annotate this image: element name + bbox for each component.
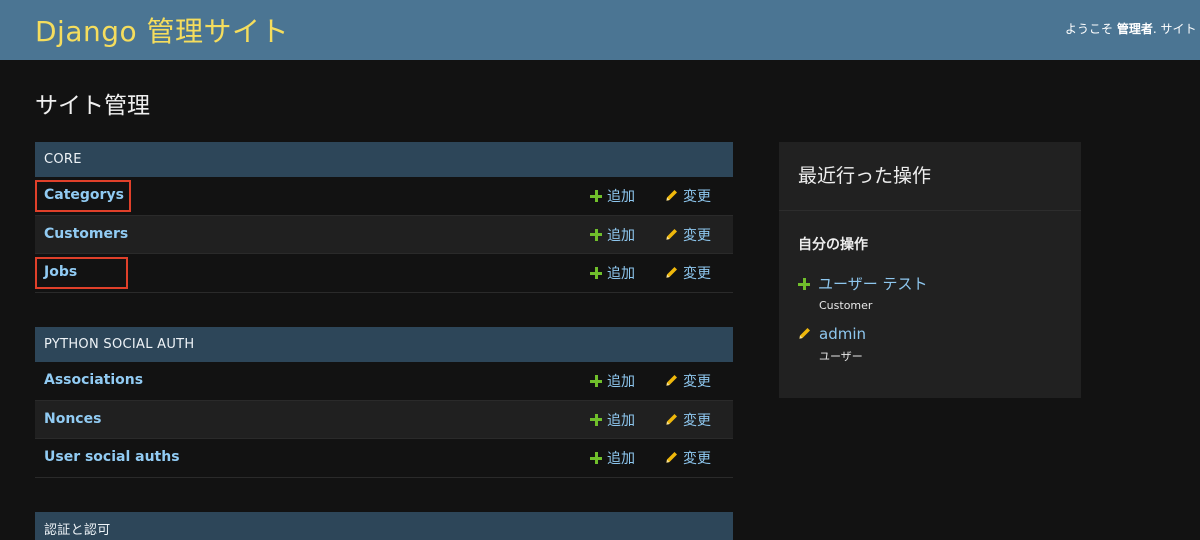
table-row: User social auths 追加 変更: [35, 439, 733, 478]
add-button[interactable]: 追加: [590, 263, 635, 283]
welcome-text: ようこそ: [1065, 22, 1114, 36]
plus-icon: [590, 413, 602, 426]
pencil-icon: [799, 328, 810, 339]
recent-action-item: admin ユーザー: [798, 324, 866, 364]
pencil-icon: [666, 190, 677, 201]
model-link-nonces[interactable]: Nonces: [44, 411, 101, 427]
add-button[interactable]: 追加: [590, 448, 635, 468]
module-caption[interactable]: PYTHON SOCIAL AUTH: [35, 327, 733, 362]
add-button[interactable]: 追加: [590, 410, 635, 430]
change-button[interactable]: 変更: [665, 263, 711, 283]
recent-action-link[interactable]: ユーザー テスト: [818, 275, 927, 293]
plus-icon: [798, 278, 810, 290]
module-python-social-auth: PYTHON SOCIAL AUTH Associations 追加 変更 No…: [35, 327, 733, 478]
pencil-icon: [666, 413, 677, 425]
plus-icon: [590, 190, 602, 202]
site-title[interactable]: Django 管理サイト: [35, 10, 289, 50]
recent-actions-panel: 最近行った操作 自分の操作 ユーザー テスト Customer admin ユー…: [779, 142, 1081, 398]
model-link-customers[interactable]: Customers: [44, 226, 128, 242]
module-caption[interactable]: 認証と認可: [35, 512, 733, 540]
change-button[interactable]: 変更: [665, 410, 711, 430]
change-button[interactable]: 変更: [665, 225, 711, 245]
change-button[interactable]: 変更: [665, 186, 711, 206]
plus-icon: [590, 228, 602, 241]
model-link-categorys[interactable]: Categorys: [44, 187, 124, 203]
module-core: CORE Categorys 追加 変更 Customers 追加 変更 Job…: [35, 142, 733, 293]
pencil-icon: [666, 228, 677, 240]
recent-action-item: ユーザー テスト Customer: [798, 273, 927, 312]
pencil-icon: [666, 452, 677, 463]
module-caption[interactable]: CORE: [35, 142, 733, 177]
model-link-jobs[interactable]: Jobs: [44, 264, 77, 280]
recent-actions-title: 最近行った操作: [779, 142, 1081, 211]
table-row: Jobs 追加 変更: [35, 254, 733, 293]
user-tools: ようこそ 管理者. サイト: [1065, 22, 1197, 36]
table-row: Nonces 追加 変更: [35, 400, 733, 439]
pencil-icon: [666, 375, 677, 386]
table-row: Customers 追加 変更: [35, 215, 733, 254]
change-button[interactable]: 変更: [665, 371, 711, 391]
model-link-associations[interactable]: Associations: [44, 372, 143, 388]
table-row: Categorys 追加 変更: [35, 177, 733, 216]
page-title: サイト管理: [35, 93, 150, 119]
my-actions-title: 自分の操作: [798, 237, 868, 253]
plus-icon: [590, 267, 602, 279]
change-button[interactable]: 変更: [665, 448, 711, 468]
recent-action-link[interactable]: admin: [819, 325, 866, 343]
model-link-user-social-auths[interactable]: User social auths: [44, 449, 180, 465]
plus-icon: [590, 375, 602, 387]
plus-icon: [590, 452, 602, 464]
header: Django 管理サイト ようこそ 管理者. サイト: [0, 0, 1200, 60]
view-site-link[interactable]: サイト: [1161, 22, 1197, 36]
add-button[interactable]: 追加: [590, 186, 635, 206]
pencil-icon: [666, 267, 677, 278]
add-button[interactable]: 追加: [590, 371, 635, 391]
table-row: Associations 追加 変更: [35, 362, 733, 401]
module-auth: 認証と認可: [35, 512, 733, 540]
content-type-label: ユーザー: [819, 350, 863, 363]
add-button[interactable]: 追加: [590, 225, 635, 245]
content-type-label: Customer: [819, 299, 873, 312]
username: 管理者: [1116, 22, 1153, 36]
